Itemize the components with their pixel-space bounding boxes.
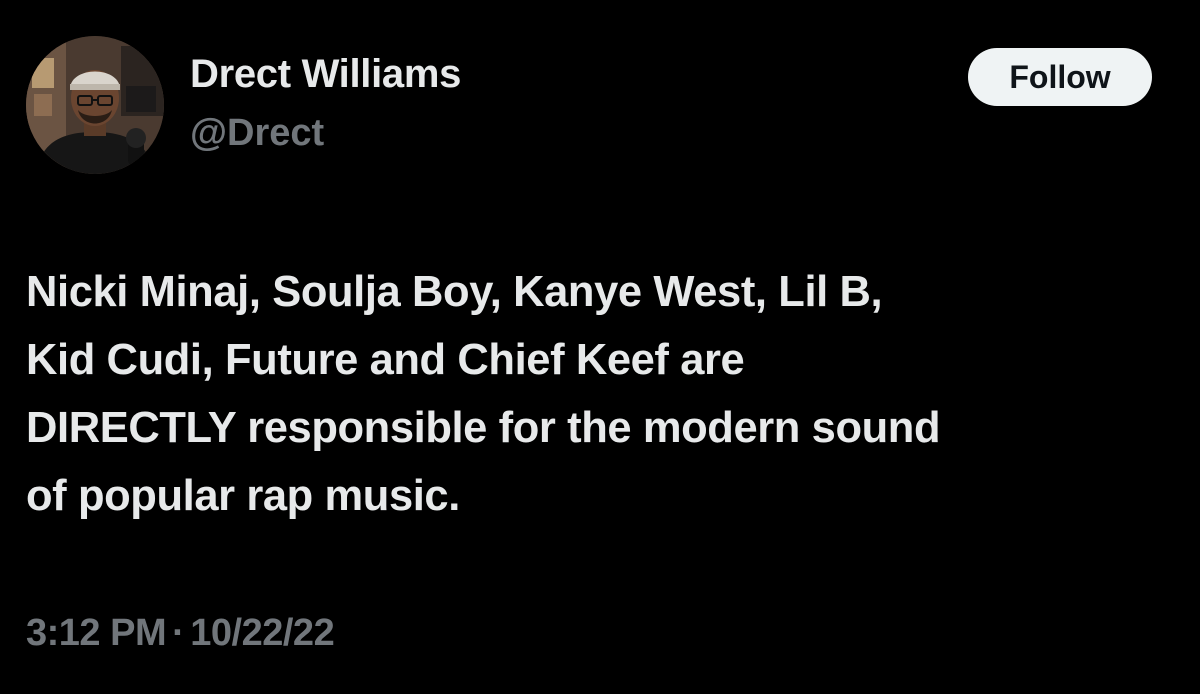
tweet-timestamp[interactable]: 3:12 PM · 10/22/22 — [26, 612, 335, 655]
tweet-time: 3:12 PM — [26, 612, 167, 654]
tweet-text-line: DIRECTLY responsible for the modern soun… — [26, 404, 941, 452]
author-display-name[interactable]: Drect Williams — [190, 52, 461, 97]
tweet-text-line: Kid Cudi, Future and Chief Keef are — [26, 336, 745, 384]
meta-separator: · — [172, 612, 185, 654]
avatar-image — [26, 36, 164, 174]
tweet-text: Nicki Minaj, Soulja Boy, Kanye West, Lil… — [26, 258, 1176, 530]
author-handle[interactable]: @Drect — [190, 112, 324, 155]
tweet-text-line: Nicki Minaj, Soulja Boy, Kanye West, Lil… — [26, 268, 883, 316]
avatar[interactable] — [26, 36, 164, 174]
tweet-date: 10/22/22 — [190, 612, 335, 654]
follow-button[interactable]: Follow — [968, 48, 1152, 106]
tweet-text-line: of popular rap music. — [26, 472, 460, 520]
tweet-card: Drect Williams @Drect Follow Nicki Minaj… — [0, 0, 1200, 694]
